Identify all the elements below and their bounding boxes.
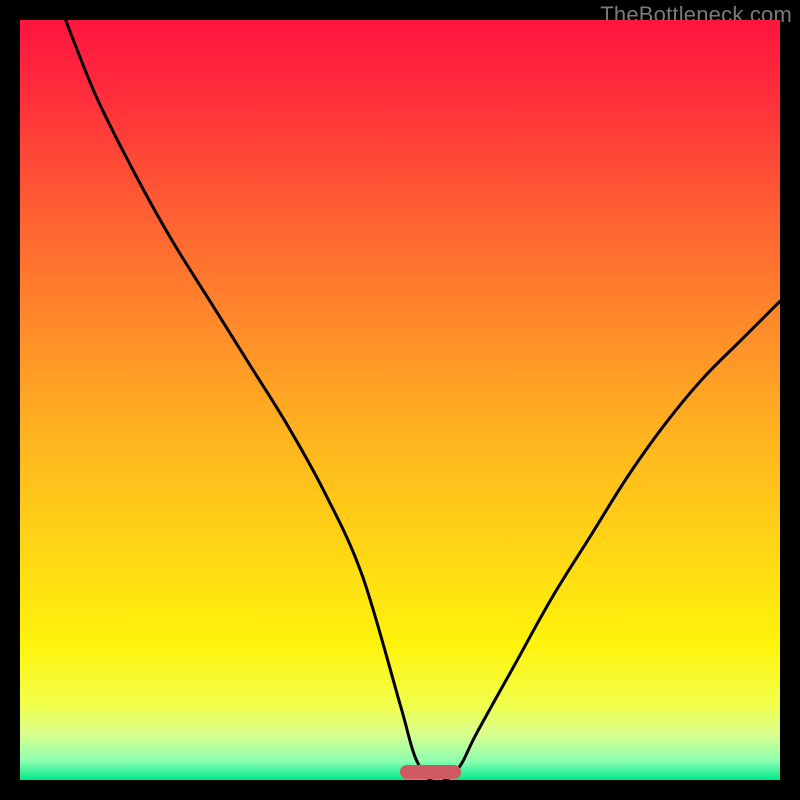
background-gradient [20,20,780,780]
plot-area [20,20,780,780]
chart-stage: TheBottleneck.com [0,0,800,800]
optimal-range-marker [400,765,461,779]
